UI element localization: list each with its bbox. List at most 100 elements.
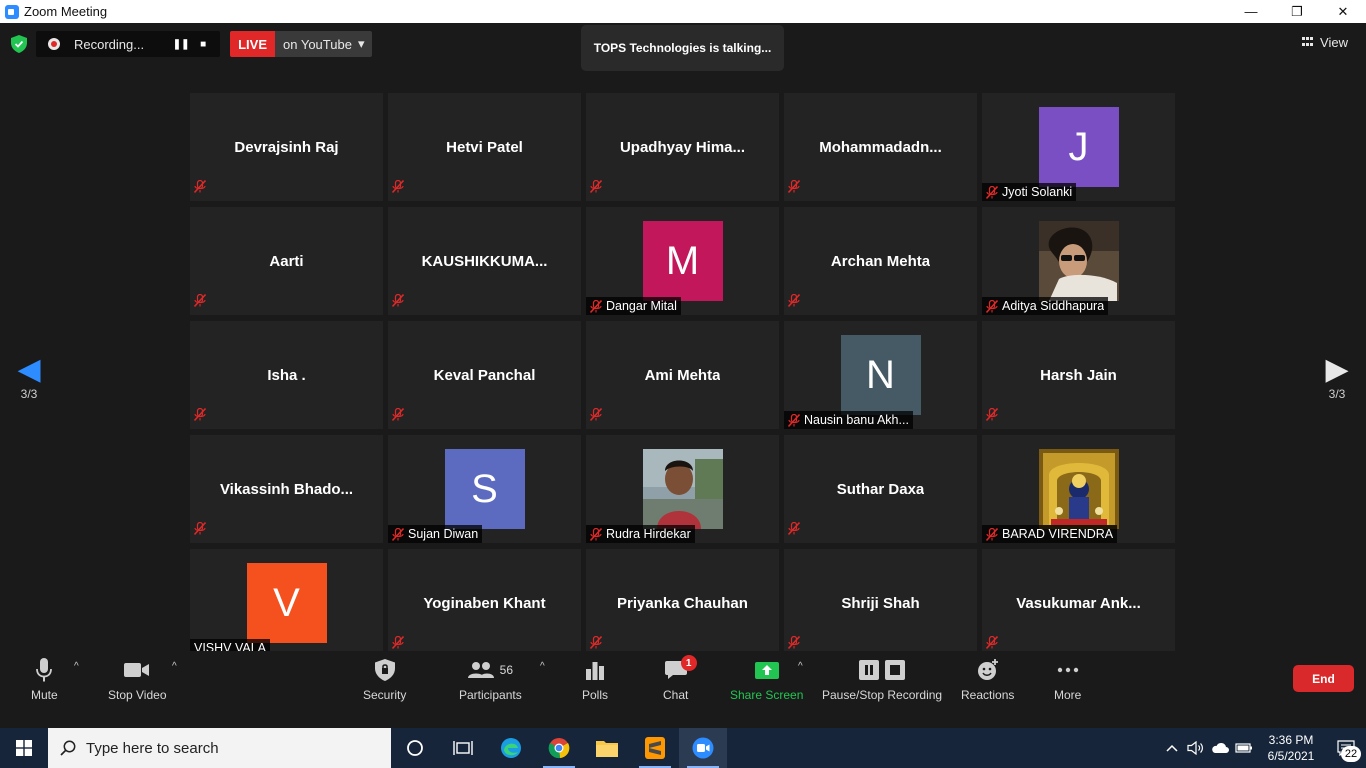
next-page-button[interactable]: ▶ 3/3 xyxy=(1325,353,1349,401)
muted-microphone-icon xyxy=(788,294,800,312)
participant-tile[interactable]: Priyanka Chauhan xyxy=(586,549,779,657)
participant-tile[interactable]: Harsh Jain xyxy=(982,321,1175,429)
participant-tile[interactable]: V VISHV VALA xyxy=(190,549,383,657)
taskbar-zoom[interactable] xyxy=(679,728,727,768)
participant-tile[interactable]: J Jyoti Solanki xyxy=(982,93,1175,201)
security-label: Security xyxy=(363,688,407,702)
muted-microphone-icon xyxy=(788,522,800,540)
recording-label: Recording... xyxy=(74,36,145,52)
participant-tile[interactable]: N Nausin banu Akh... xyxy=(784,321,977,429)
participant-name: Devrajsinh Raj xyxy=(234,138,339,156)
participant-tile[interactable]: Devrajsinh Raj xyxy=(190,93,383,201)
previous-page-button[interactable]: ◀ 3/3 xyxy=(17,353,41,401)
restore-button[interactable]: ❐ xyxy=(1274,0,1320,23)
participant-tile[interactable]: BARAD VIRENDRA xyxy=(982,435,1175,543)
task-view-icon xyxy=(453,741,473,755)
pause-recording-button[interactable]: ❚❚ xyxy=(170,39,192,50)
participants-options-caret-icon[interactable]: ^ xyxy=(540,661,545,672)
taskbar-edge[interactable] xyxy=(487,728,535,768)
live-destination-label: on YouTube xyxy=(283,36,352,52)
muted-microphone-icon xyxy=(788,180,800,198)
live-stream-indicator[interactable]: LIVE on YouTube ▾ xyxy=(230,31,373,57)
security-button[interactable]: Security xyxy=(363,657,406,702)
battery-power-icon[interactable] xyxy=(1232,742,1256,754)
participant-tile[interactable]: Rudra Hirdekar xyxy=(586,435,779,543)
participant-avatar: S xyxy=(444,449,525,529)
participant-name: KAUSHIKKUMA... xyxy=(421,252,548,270)
stop-video-button[interactable]: Stop Video xyxy=(108,657,167,702)
cortana-circle-icon xyxy=(407,740,423,756)
taskbar-search-box[interactable]: Type here to search xyxy=(48,728,391,768)
participant-tile[interactable]: Ami Mehta xyxy=(586,321,779,429)
start-button[interactable] xyxy=(0,728,48,768)
meeting-area: Recording... ❚❚ ■ LIVE on YouTube ▾ TOPS… xyxy=(0,23,1366,728)
participant-tile[interactable]: Shriji Shah xyxy=(784,549,977,657)
audio-options-caret-icon[interactable]: ^ xyxy=(74,661,79,672)
stop-recording-button[interactable]: ■ xyxy=(192,39,214,50)
participant-tile[interactable]: Aarti xyxy=(190,207,383,315)
mute-button[interactable]: Mute xyxy=(31,657,58,702)
task-view-button[interactable] xyxy=(439,728,487,768)
participant-tile[interactable]: Upadhyay Hima... xyxy=(586,93,779,201)
encryption-shield-icon[interactable] xyxy=(8,32,30,56)
reactions-label: Reactions xyxy=(961,688,1015,702)
participant-tile[interactable]: Hetvi Patel xyxy=(388,93,581,201)
participant-tile[interactable]: Keval Panchal xyxy=(388,321,581,429)
share-screen-button[interactable]: Share Screen xyxy=(730,657,803,702)
minimize-button[interactable]: — xyxy=(1228,0,1274,23)
security-shield-icon xyxy=(374,657,395,683)
participant-name-label: Jyoti Solanki xyxy=(982,183,1077,201)
participant-tile[interactable]: Vasukumar Ank... xyxy=(982,549,1175,657)
show-hidden-icons-caret-icon[interactable] xyxy=(1160,744,1184,752)
participant-name: Aditya Siddhapura xyxy=(1002,299,1105,313)
participant-tile[interactable]: M Dangar Mital xyxy=(586,207,779,315)
more-button[interactable]: More xyxy=(1054,657,1081,702)
pause-stop-recording-label: Pause/Stop Recording xyxy=(822,688,943,702)
participant-tile[interactable]: Yoginaben Khant xyxy=(388,549,581,657)
end-meeting-button[interactable]: End xyxy=(1293,665,1354,692)
participant-tile[interactable]: Aditya Siddhapura xyxy=(982,207,1175,315)
taskbar-file-explorer[interactable] xyxy=(583,728,631,768)
participant-tile[interactable]: Isha . xyxy=(190,321,383,429)
participant-name: Mohammadadn... xyxy=(819,138,942,156)
participant-name: Dangar Mital xyxy=(606,299,677,313)
close-button[interactable]: ✕ xyxy=(1320,0,1366,23)
view-label: View xyxy=(1320,35,1348,50)
participant-tile[interactable]: Suthar Daxa xyxy=(784,435,977,543)
participant-tile[interactable]: Mohammadadn... xyxy=(784,93,977,201)
cortana-button[interactable] xyxy=(391,728,439,768)
participant-tile[interactable]: KAUSHIKKUMA... xyxy=(388,207,581,315)
taskbar-clock[interactable]: 3:36 PM 6/5/2021 xyxy=(1256,732,1326,764)
onedrive-cloud-icon[interactable] xyxy=(1208,742,1232,754)
pause-stop-icon xyxy=(859,657,906,683)
participant-tile[interactable]: Archan Mehta xyxy=(784,207,977,315)
page-indicator-right: 3/3 xyxy=(1328,387,1346,401)
participant-gallery: Devrajsinh Raj Hetvi Patel Upadhyay Hima..… xyxy=(190,93,1175,657)
muted-microphone-icon xyxy=(986,408,998,426)
action-center-button[interactable]: 22 xyxy=(1326,740,1366,762)
participant-profile-photo xyxy=(1038,221,1119,301)
taskbar-sublime-text[interactable] xyxy=(631,728,679,768)
polls-button[interactable]: Polls xyxy=(582,657,608,702)
pause-stop-recording-button[interactable]: Pause/Stop Recording xyxy=(822,657,942,702)
reactions-button[interactable]: Reactions xyxy=(961,657,1014,702)
video-camera-icon xyxy=(124,657,150,683)
participant-name-label: BARAD VIRENDRA xyxy=(982,525,1118,543)
zoom-taskbar-icon xyxy=(692,737,714,759)
chat-label: Chat xyxy=(663,688,689,702)
participants-button[interactable]: 56 Participants xyxy=(459,657,522,702)
chevron-down-icon: ▾ xyxy=(357,36,365,51)
video-options-caret-icon[interactable]: ^ xyxy=(172,661,177,672)
participants-label: Participants xyxy=(459,688,522,702)
chat-button[interactable]: 1 Chat xyxy=(663,655,697,702)
live-destination-dropdown[interactable]: on YouTube ▾ xyxy=(275,31,373,57)
participant-name: Jyoti Solanki xyxy=(1002,185,1073,199)
share-options-caret-icon[interactable]: ^ xyxy=(798,661,803,672)
taskbar-chrome[interactable] xyxy=(535,728,583,768)
volume-icon[interactable] xyxy=(1184,741,1208,755)
participant-tile[interactable]: S Sujan Diwan xyxy=(388,435,581,543)
view-button[interactable]: View xyxy=(1302,35,1348,50)
participant-tile[interactable]: Vikassinh Bhado... xyxy=(190,435,383,543)
chat-unread-badge: 1 xyxy=(680,655,697,671)
participant-name: Shriji Shah xyxy=(841,594,920,612)
